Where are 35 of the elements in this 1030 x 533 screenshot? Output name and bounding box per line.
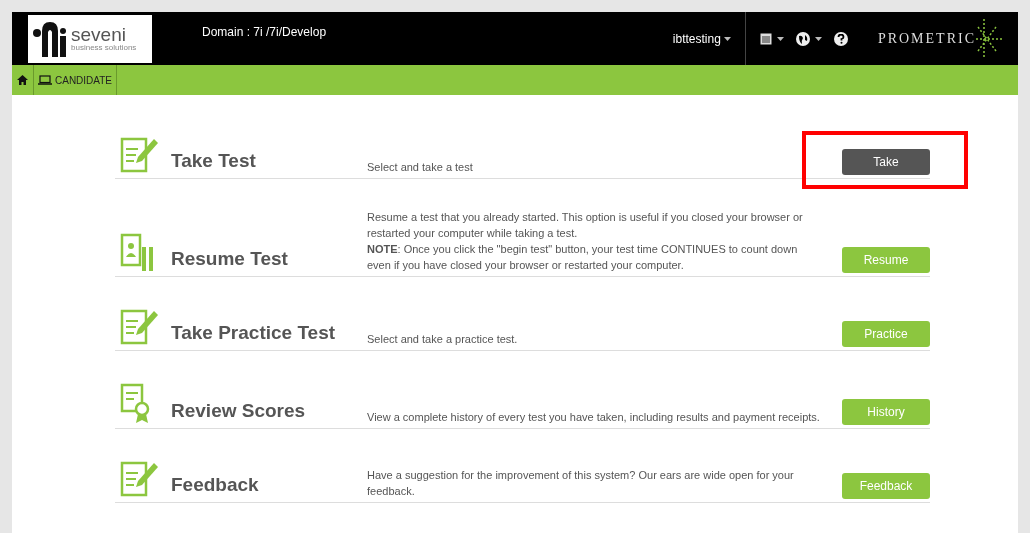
user-menu[interactable]: ibttesting (672, 29, 737, 48)
action-description: Have a suggestion for the improvement of this system? Our ears are wide open for your feedback. (367, 468, 795, 499)
action-button[interactable]: Resume (842, 247, 930, 273)
home-icon (17, 75, 28, 85)
notepad-pencil-icon (120, 459, 160, 499)
action-title: Review Scores (171, 398, 307, 423)
action-title: Resume Test (171, 246, 289, 271)
action-button[interactable]: Feedback (842, 473, 930, 499)
logo-name: seveni (71, 25, 127, 44)
action-description: NOTE: Once you click the "begin test" button, your test time CONTINUES to count down even if you have closed your browser or restarted your computer. (367, 242, 799, 273)
action-button[interactable]: Take (842, 149, 930, 175)
caret-icon (723, 36, 731, 41)
help-button[interactable] (833, 31, 848, 46)
notepad-person-icon (120, 231, 154, 273)
notepad-pencil-icon (120, 307, 160, 347)
action-description: Select and take a test (367, 160, 474, 175)
action-button[interactable]: History (842, 399, 930, 425)
action-description: View a complete history of every test you have taken, including results and payment receipts. (367, 410, 821, 425)
action-description: Resume a test that you already started. This option is useful if you closed your browser or restarted your computer while taking a test. (367, 210, 804, 241)
action-title: Take Practice Test (171, 320, 337, 345)
action-title: Feedback (171, 472, 260, 497)
caret-icon (776, 36, 784, 41)
action-description: Select and take a practice test. (367, 332, 519, 347)
laptop-icon (38, 75, 52, 85)
globe-icon (795, 31, 810, 46)
help-icon (836, 33, 845, 44)
logo-tagline: business solutions (71, 44, 137, 52)
action-title: Take Test (171, 148, 257, 173)
candidate-tab[interactable]: CANDIDATE (34, 65, 118, 95)
caret-icon (814, 36, 822, 41)
action-button[interactable]: Practice (842, 321, 930, 347)
calendar-icon (759, 32, 772, 45)
notepad-pencil-icon (120, 135, 160, 175)
brand-name: PROMETRIC (877, 30, 976, 48)
domain-label: Domain : 7i /7i/Develop (202, 23, 327, 41)
